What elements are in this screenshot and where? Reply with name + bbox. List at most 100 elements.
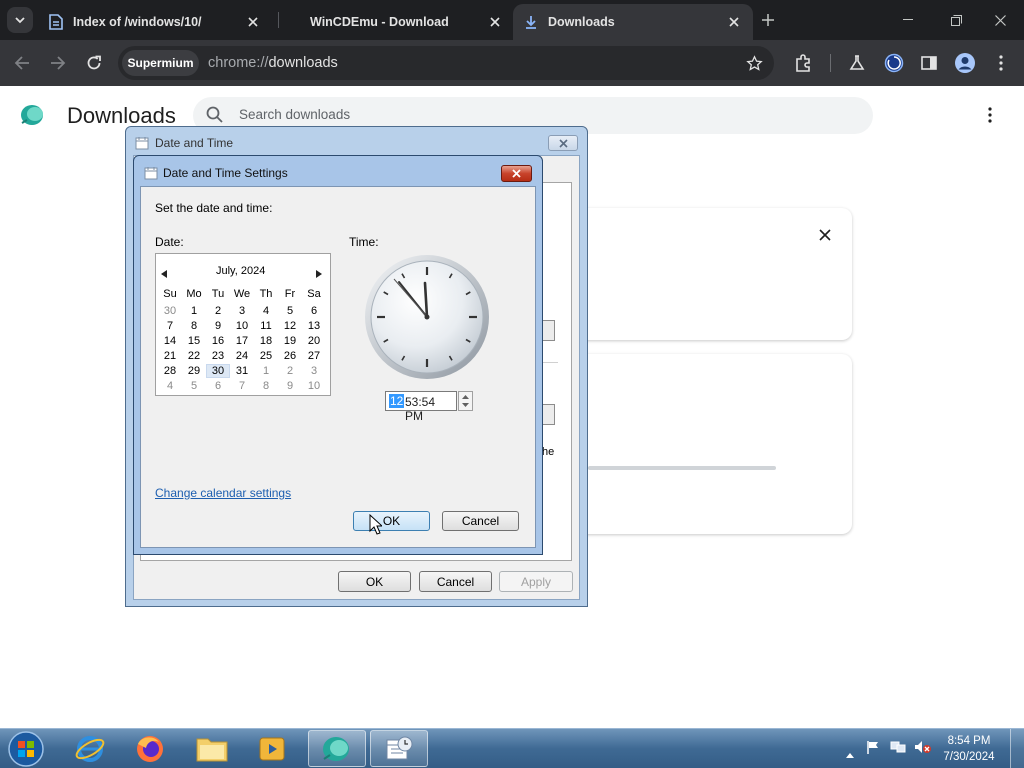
calendar-day[interactable]: 21 (158, 350, 182, 362)
calendar-day[interactable]: 4 (158, 380, 182, 392)
calendar-day[interactable]: 16 (206, 335, 230, 347)
close-icon[interactable] (486, 13, 504, 31)
calendar-day[interactable]: 20 (302, 335, 326, 347)
account-icon (955, 53, 975, 73)
minimize-button[interactable] (884, 0, 932, 40)
action-center-flag-icon[interactable] (866, 740, 880, 759)
calendar-day[interactable]: 2 (206, 305, 230, 317)
calendar-day[interactable]: 5 (182, 380, 206, 392)
reload-button[interactable] (83, 52, 105, 74)
calendar-day[interactable]: 7 (230, 380, 254, 392)
tab-search-button[interactable] (7, 7, 33, 33)
show-desktop-button[interactable] (1010, 729, 1024, 768)
restore-icon (950, 14, 962, 26)
calendar-day[interactable]: 1 (254, 365, 278, 377)
side-panel-button[interactable] (918, 52, 940, 74)
close-icon[interactable] (244, 13, 262, 31)
close-window-button[interactable] (976, 0, 1024, 40)
calendar-day[interactable]: 31 (230, 365, 254, 377)
calendar-day[interactable]: 9 (206, 320, 230, 332)
profile-button[interactable] (954, 52, 976, 74)
labs-button[interactable] (846, 52, 868, 74)
restore-button[interactable] (932, 0, 980, 40)
back-button[interactable] (11, 52, 33, 74)
folder-icon (196, 738, 228, 761)
calendar-day[interactable]: 25 (254, 350, 278, 362)
settings-cancel-button[interactable]: Cancel (442, 511, 519, 531)
extension-icon-button[interactable] (883, 52, 905, 74)
system-clock[interactable]: 8:54 PM 7/30/2024 (938, 733, 1000, 765)
new-tab-button[interactable] (759, 11, 777, 29)
calendar-day[interactable]: 10 (302, 380, 326, 392)
calendar-day[interactable]: 6 (302, 305, 326, 317)
calendar-day[interactable]: 3 (230, 305, 254, 317)
show-hidden-icons-button[interactable] (846, 745, 854, 763)
calendar-day[interactable]: 3 (302, 365, 326, 377)
calendar-day[interactable]: 2 (278, 365, 302, 377)
start-button[interactable] (4, 729, 48, 768)
month-year-header[interactable]: July, 2024 (216, 265, 265, 277)
calendar-day[interactable]: 18 (254, 335, 278, 347)
calendar-day[interactable]: 13 (302, 320, 326, 332)
hour-selection[interactable]: 12 (389, 394, 405, 408)
ok-button[interactable]: OK (338, 571, 411, 592)
calendar-day[interactable]: 1 (182, 305, 206, 317)
calendar-day[interactable]: 8 (254, 380, 278, 392)
tab-downloads[interactable]: Downloads (513, 4, 753, 40)
calendar-day[interactable]: 26 (278, 350, 302, 362)
settings-ok-button[interactable]: OK (353, 511, 430, 531)
calendar-day[interactable]: 6 (206, 380, 230, 392)
taskbar-internet-explorer[interactable] (61, 730, 119, 767)
close-icon[interactable] (725, 13, 743, 31)
calendar-day[interactable]: 29 (182, 365, 206, 377)
calendar-day[interactable]: 5 (278, 305, 302, 317)
calendar-day[interactable]: 10 (230, 320, 254, 332)
taskbar-firefox[interactable] (121, 730, 179, 767)
calendar-day[interactable]: 4 (254, 305, 278, 317)
outer-close-button[interactable] (548, 135, 578, 151)
extensions-button[interactable] (793, 52, 815, 74)
change-calendar-settings-link[interactable]: Change calendar settings (155, 486, 291, 500)
profile-chip[interactable]: Supermium (122, 50, 199, 76)
calendar-day[interactable]: 12 (278, 320, 302, 332)
time-input[interactable]: 12 53:54 PM (385, 391, 457, 423)
next-month-button[interactable] (316, 265, 322, 283)
calendar-day[interactable]: 9 (278, 380, 302, 392)
toolbar-divider (830, 54, 831, 72)
calendar-day[interactable]: 24 (230, 350, 254, 362)
calendar-day[interactable]: 23 (206, 350, 230, 362)
more-vertical-icon[interactable] (988, 107, 992, 128)
calendar-day[interactable]: 30 (206, 363, 230, 378)
prev-month-button[interactable] (161, 265, 167, 283)
weekday-header: Sa (307, 288, 321, 300)
tab-index-windows[interactable]: Index of /windows/10/ (40, 4, 272, 40)
volume-muted-icon[interactable] (914, 740, 932, 759)
taskbar-supermium[interactable] (308, 730, 366, 767)
network-icon[interactable] (890, 740, 906, 759)
calendar-day[interactable]: 17 (230, 335, 254, 347)
calendar-day[interactable]: 14 (158, 335, 182, 347)
calendar-day[interactable]: 30 (158, 305, 182, 317)
calendar-day[interactable]: 28 (158, 365, 182, 377)
forward-button[interactable] (47, 52, 69, 74)
weekday-header: Tu (211, 288, 225, 300)
inner-close-button[interactable] (501, 165, 532, 182)
taskbar-media-player[interactable] (243, 730, 301, 767)
calendar-day[interactable]: 27 (302, 350, 326, 362)
calendar-day[interactable]: 19 (278, 335, 302, 347)
bookmark-button[interactable] (743, 52, 765, 74)
tab-wincdemu[interactable]: WinCDEmu - Download (282, 4, 514, 40)
triangle-left-icon (161, 270, 167, 278)
calendar-day[interactable]: 15 (182, 335, 206, 347)
taskbar-date-time[interactable] (370, 730, 428, 767)
browser-menu-button[interactable] (990, 52, 1012, 74)
calendar-day[interactable]: 11 (254, 320, 278, 332)
time-spinner[interactable] (458, 391, 473, 411)
calendar-day[interactable]: 22 (182, 350, 206, 362)
cancel-button[interactable]: Cancel (419, 571, 492, 592)
url-text[interactable]: chrome://downloads (208, 55, 338, 71)
calendar-day[interactable]: 7 (158, 320, 182, 332)
taskbar-explorer[interactable] (183, 730, 241, 767)
close-icon[interactable] (819, 228, 831, 246)
calendar-day[interactable]: 8 (182, 320, 206, 332)
